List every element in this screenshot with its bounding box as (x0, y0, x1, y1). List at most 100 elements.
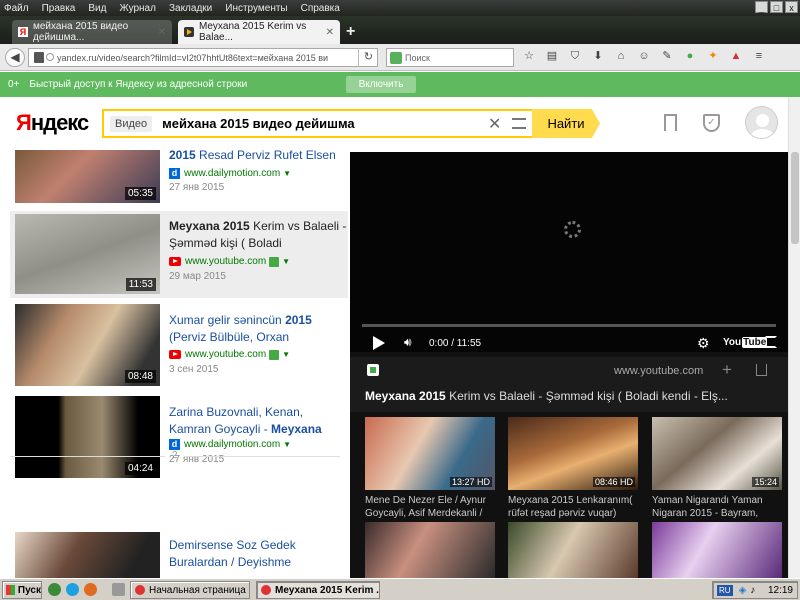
related-caption[interactable]: Meyxana 2015 Lenkaranım( rüfət reşad pər… (508, 494, 638, 520)
menu-edit[interactable]: Правка (42, 3, 76, 14)
menu-tools[interactable]: Инструменты (225, 3, 287, 14)
bookmark-star-icon[interactable]: ☆ (522, 49, 536, 64)
search-engine-icon[interactable] (390, 52, 402, 64)
site-info-icon[interactable] (46, 53, 54, 61)
related-video[interactable]: 15:24 Yaman Nigarandı Yaman Nigaran 2015… (652, 417, 782, 520)
menu-bookmarks[interactable]: Закладки (169, 3, 212, 14)
related-video[interactable] (365, 522, 495, 578)
related-video[interactable]: 13:27 HD Mene De Nezer Ele / Aynur Goyca… (365, 417, 495, 520)
related-thumbnail[interactable] (365, 522, 495, 578)
list-item[interactable]: Demirsense Soz Gedek Buralardan / Deyish… (10, 530, 348, 578)
download-icon[interactable] (367, 364, 379, 376)
related-thumbnail[interactable]: 13:27 HD (365, 417, 495, 490)
progress-bar[interactable] (362, 324, 776, 327)
result-source[interactable]: www.youtube.com ▼ (169, 349, 290, 360)
share-icon[interactable] (756, 364, 767, 376)
menu-file[interactable]: Файл (4, 3, 29, 14)
related-video[interactable] (508, 522, 638, 578)
yandex-search-bar[interactable]: Видео мейхана 2015 видео дейишма ✕ (102, 109, 532, 138)
home-icon[interactable]: ⌂ (614, 49, 628, 64)
enable-button[interactable]: Включить (346, 76, 416, 93)
clear-search-icon[interactable]: ✕ (488, 114, 501, 134)
related-thumbnail[interactable]: 08:46 HD (508, 417, 638, 490)
dropdown-arrow-icon[interactable]: ▼ (283, 440, 291, 449)
related-video[interactable] (652, 522, 782, 578)
video-site[interactable]: www.youtube.com (614, 365, 703, 377)
find-button[interactable]: Найти (532, 109, 600, 138)
network-icon[interactable]: ◈ (739, 585, 747, 596)
language-indicator[interactable]: RU (717, 584, 733, 596)
result-source[interactable]: d www.dailymotion.com ▼ (169, 168, 291, 179)
related-video[interactable]: 08:46 HD Meyxana 2015 Lenkaranım( rüfət … (508, 417, 638, 520)
quicklaunch-icon[interactable] (112, 583, 125, 596)
menu-help[interactable]: Справка (301, 3, 340, 14)
start-button[interactable]: Пуск (2, 581, 42, 599)
volume-tray-icon[interactable]: ♪ (750, 585, 755, 596)
reading-list-icon[interactable]: ▤ (545, 49, 559, 64)
result-title[interactable]: Zarina Buzovnali, Kenan, Kamran Goycayli… (169, 404, 347, 438)
video-thumbnail[interactable] (15, 532, 160, 578)
download-icon[interactable] (269, 256, 280, 267)
scrollbar-thumb[interactable] (791, 152, 799, 244)
search-query-input[interactable]: мейхана 2015 видео дейишма (162, 116, 355, 131)
firefox-icon[interactable] (84, 583, 97, 596)
list-item[interactable]: 05:35 2015 Resad Perviz Rufet Elsen d www… (10, 147, 348, 204)
smiley-icon[interactable]: ☺ (637, 49, 651, 64)
youtube-logo[interactable]: You Tube (722, 337, 768, 348)
maximize-button[interactable]: □ (770, 1, 783, 13)
related-thumbnail[interactable] (508, 522, 638, 578)
service-badge[interactable]: Видео (110, 115, 153, 132)
list-item[interactable]: 04:24 Zarina Buzovnali, Kenan, Kamran Go… (10, 394, 348, 482)
volume-icon[interactable]: 🔊︎ (404, 335, 418, 349)
result-source[interactable]: d www.dailymotion.com ▼ (169, 439, 291, 450)
result-title[interactable]: Xumar gelir sənincün 2015 (Perviz Bülbül… (169, 312, 347, 346)
play-icon[interactable] (373, 336, 385, 350)
address-bar[interactable]: yandex.ru/video/search?filmId=vI2t07hhtU… (28, 48, 378, 67)
filters-icon[interactable] (512, 118, 526, 129)
video-thumbnail[interactable]: 05:35 (15, 150, 160, 203)
download-icon[interactable] (269, 349, 280, 360)
video-thumbnail[interactable]: 11:53 (15, 214, 160, 294)
shield-icon[interactable]: ✓ (703, 114, 720, 132)
download-icon[interactable]: ⬇ (591, 49, 605, 64)
menu-history[interactable]: Журнал (119, 3, 156, 14)
tab-yandex-search[interactable]: Я мейхана 2015 видео дейишма... ✕ (12, 20, 172, 44)
add-icon[interactable]: + (722, 360, 732, 380)
reload-icon[interactable]: ↻ (358, 48, 378, 67)
page-scrollbar[interactable] (788, 97, 800, 578)
result-source[interactable]: www.youtube.com ▼ (169, 256, 290, 267)
menu-view[interactable]: Вид (88, 3, 106, 14)
fullscreen-icon[interactable] (765, 336, 777, 348)
result-title[interactable]: Meyxana 2015 Kerim vs Balaeli - Şəmməd k… (169, 218, 347, 252)
yandex-logo[interactable]: Яндекс (16, 110, 89, 136)
addon-orange-icon[interactable]: ✦ (706, 49, 720, 64)
result-title[interactable]: Demirsense Soz Gedek Buralardan / Deyish… (169, 537, 347, 571)
close-tab-icon[interactable]: ✕ (326, 27, 334, 38)
pocket-icon[interactable]: ⛉ (568, 49, 582, 64)
related-caption[interactable]: Mene De Nezer Ele / Aynur Goycayli, Asif… (365, 494, 495, 520)
browser-search-box[interactable]: Поиск (386, 48, 514, 67)
close-window-button[interactable]: x (785, 1, 798, 13)
new-tab-button[interactable]: + (346, 23, 355, 41)
result-title[interactable]: 2015 Resad Perviz Rufet Elsen (169, 147, 347, 164)
dropdown-arrow-icon[interactable]: ▼ (282, 350, 290, 359)
related-caption[interactable]: Yaman Nigarandı Yaman Nigaran 2015 - Bay… (652, 494, 782, 520)
bookmark-icon[interactable] (664, 114, 677, 131)
close-tab-icon[interactable]: ✕ (158, 27, 166, 38)
gear-icon[interactable]: ⚙ (697, 335, 710, 352)
menu-hamburger-icon[interactable]: ≡ (752, 49, 766, 64)
video-thumbnail[interactable]: 04:24 (15, 396, 160, 478)
list-item[interactable]: 11:53 Meyxana 2015 Kerim vs Balaeli - Şə… (10, 211, 348, 298)
dropdown-arrow-icon[interactable]: ▼ (283, 169, 291, 178)
dropdown-arrow-icon[interactable]: ▼ (282, 257, 290, 266)
minimize-button[interactable]: _ (755, 1, 768, 13)
skype-icon[interactable] (66, 583, 79, 596)
back-button[interactable]: ◀ (5, 48, 25, 67)
tab-youtube-video[interactable]: Meyxana 2015 Kerim vs Balae... ✕ (178, 20, 340, 44)
video-thumbnail[interactable]: 08:48 (15, 304, 160, 386)
taskbar-window-button[interactable]: Начальная страница М... (130, 581, 250, 599)
related-thumbnail[interactable] (652, 522, 782, 578)
addon-green-icon[interactable]: ● (683, 49, 697, 64)
taskbar-window-button[interactable]: Meyxana 2015 Kerim ... (256, 581, 380, 599)
avatar[interactable] (745, 106, 778, 139)
